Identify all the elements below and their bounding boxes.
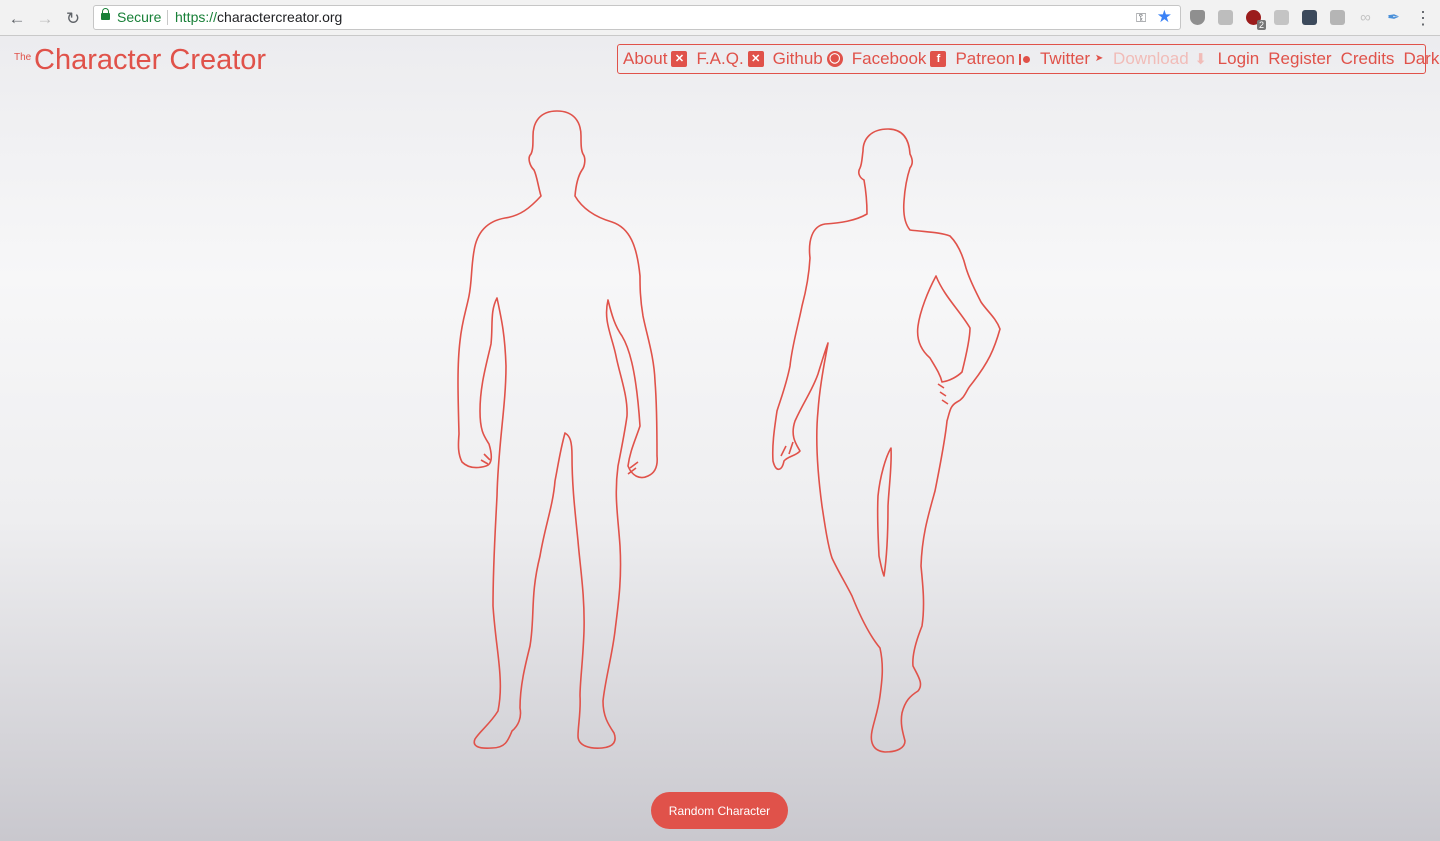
- search-ext-icon[interactable]: [1218, 10, 1233, 25]
- figure-selector: [457, 110, 1001, 753]
- infinity-icon[interactable]: ∞: [1358, 10, 1373, 25]
- bookmark-star-icon[interactable]: ★: [1157, 7, 1172, 27]
- font-ext-icon[interactable]: [1274, 10, 1289, 25]
- lock-icon: [101, 8, 110, 20]
- address-bar[interactable]: Secure https://charactercreator.org ⚿ ★: [93, 5, 1181, 30]
- url-text[interactable]: https://charactercreator.org: [175, 9, 342, 25]
- feather-icon[interactable]: ✒: [1386, 10, 1401, 25]
- random-character-button[interactable]: Random Character: [651, 792, 788, 829]
- forward-arrow-icon[interactable]: →: [34, 7, 56, 29]
- shield-icon[interactable]: [1190, 10, 1205, 25]
- browser-menu-icon[interactable]: ⋮: [1414, 8, 1432, 28]
- key-icon[interactable]: ⚿: [1136, 10, 1146, 26]
- address-divider: [167, 10, 168, 25]
- secure-label: Secure: [117, 9, 162, 25]
- female-silhouette[interactable]: [771, 128, 1001, 753]
- ublock-icon[interactable]: 2: [1246, 10, 1266, 30]
- ublock-badge: 2: [1256, 20, 1266, 30]
- page: The Character Creator About ✕ F.A.Q. ✕ G…: [0, 36, 1440, 841]
- browser-toolbar: ← → ↻ Secure https://charactercreator.or…: [0, 0, 1440, 36]
- grid-ext-icon[interactable]: [1330, 10, 1345, 25]
- url-host: charactercreator.org: [217, 9, 343, 25]
- lock-ext-icon[interactable]: [1302, 10, 1317, 25]
- reload-icon[interactable]: ↻: [62, 7, 84, 29]
- url-scheme: https://: [175, 9, 218, 25]
- back-arrow-icon[interactable]: ←: [6, 7, 28, 29]
- male-silhouette[interactable]: [457, 110, 658, 749]
